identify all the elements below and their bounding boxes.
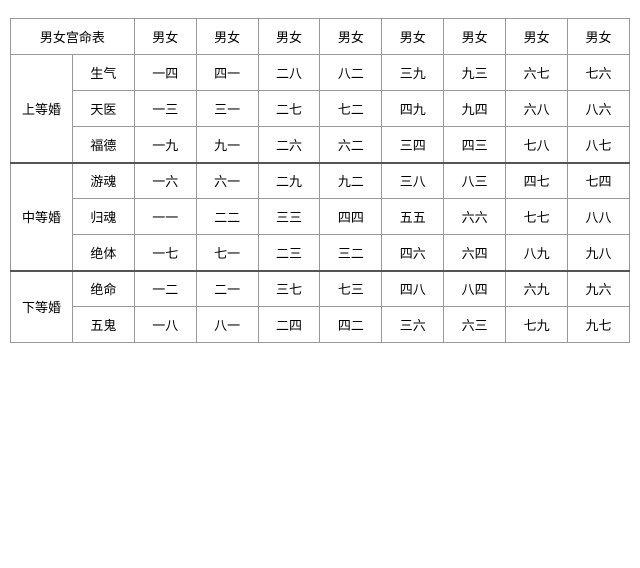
cell-2-0-0: 一二 — [134, 271, 196, 307]
sub-label-1-2: 绝体 — [72, 235, 134, 271]
cell-0-1-0: 一三 — [134, 91, 196, 127]
cell-1-2-5: 六四 — [444, 235, 506, 271]
cell-0-1-2: 二七 — [258, 91, 320, 127]
cell-2-1-0: 一八 — [134, 307, 196, 343]
cell-1-0-6: 四七 — [506, 163, 568, 199]
header-col-2: 男女 — [258, 19, 320, 55]
header-col-7: 男女 — [568, 19, 630, 55]
group-label-2: 下等婚 — [11, 271, 73, 343]
cell-1-1-1: 二二 — [196, 199, 258, 235]
cell-2-0-3: 七三 — [320, 271, 382, 307]
cell-1-0-1: 六一 — [196, 163, 258, 199]
cell-0-1-7: 八六 — [568, 91, 630, 127]
cell-1-0-0: 一六 — [134, 163, 196, 199]
cell-0-2-3: 六二 — [320, 127, 382, 163]
cell-2-1-2: 二四 — [258, 307, 320, 343]
cell-0-1-5: 九四 — [444, 91, 506, 127]
cell-2-1-1: 八一 — [196, 307, 258, 343]
cell-1-2-0: 一七 — [134, 235, 196, 271]
cell-0-2-2: 二六 — [258, 127, 320, 163]
cell-1-0-2: 二九 — [258, 163, 320, 199]
cell-0-0-4: 三九 — [382, 55, 444, 91]
cell-1-1-2: 三三 — [258, 199, 320, 235]
cell-0-0-0: 一四 — [134, 55, 196, 91]
sub-label-0-2: 福德 — [72, 127, 134, 163]
cell-0-1-1: 三一 — [196, 91, 258, 127]
sub-label-0-0: 生气 — [72, 55, 134, 91]
cell-1-1-5: 六六 — [444, 199, 506, 235]
cell-1-2-6: 八九 — [506, 235, 568, 271]
cell-1-2-2: 二三 — [258, 235, 320, 271]
cell-2-0-7: 九六 — [568, 271, 630, 307]
cell-1-0-7: 七四 — [568, 163, 630, 199]
cell-1-2-4: 四六 — [382, 235, 444, 271]
cell-0-2-7: 八七 — [568, 127, 630, 163]
cell-1-2-7: 九八 — [568, 235, 630, 271]
cell-0-0-7: 七六 — [568, 55, 630, 91]
cell-0-2-1: 九一 — [196, 127, 258, 163]
header-col-6: 男女 — [506, 19, 568, 55]
cell-1-1-3: 四四 — [320, 199, 382, 235]
cell-0-2-0: 一九 — [134, 127, 196, 163]
group-label-0: 上等婚 — [11, 55, 73, 163]
cell-1-1-4: 五五 — [382, 199, 444, 235]
cell-2-1-5: 六三 — [444, 307, 506, 343]
cell-0-0-5: 九三 — [444, 55, 506, 91]
cell-1-2-1: 七一 — [196, 235, 258, 271]
cell-0-1-3: 七二 — [320, 91, 382, 127]
cell-2-0-5: 八四 — [444, 271, 506, 307]
cell-0-2-6: 七八 — [506, 127, 568, 163]
header-col-5: 男女 — [444, 19, 506, 55]
cell-2-1-4: 三六 — [382, 307, 444, 343]
sub-label-0-1: 天医 — [72, 91, 134, 127]
cell-1-1-7: 八八 — [568, 199, 630, 235]
cell-2-0-6: 六九 — [506, 271, 568, 307]
sub-label-1-1: 归魂 — [72, 199, 134, 235]
sub-label-1-0: 游魂 — [72, 163, 134, 199]
cell-1-2-3: 三二 — [320, 235, 382, 271]
cell-1-0-4: 三八 — [382, 163, 444, 199]
group-label-1: 中等婚 — [11, 163, 73, 271]
cell-0-1-6: 六八 — [506, 91, 568, 127]
cell-2-0-2: 三七 — [258, 271, 320, 307]
header-col-0: 男女 — [134, 19, 196, 55]
sub-label-2-0: 绝命 — [72, 271, 134, 307]
cell-0-2-5: 四三 — [444, 127, 506, 163]
cell-2-1-6: 七九 — [506, 307, 568, 343]
main-table: 男女宫命表男女男女男女男女男女男女男女男女上等婚生气一四四一二八八二三九九三六七… — [10, 18, 630, 343]
header-col-4: 男女 — [382, 19, 444, 55]
cell-2-0-4: 四八 — [382, 271, 444, 307]
cell-2-1-3: 四二 — [320, 307, 382, 343]
cell-1-1-6: 七七 — [506, 199, 568, 235]
sub-label-2-1: 五鬼 — [72, 307, 134, 343]
cell-0-0-1: 四一 — [196, 55, 258, 91]
cell-0-0-2: 二八 — [258, 55, 320, 91]
cell-0-2-4: 三四 — [382, 127, 444, 163]
header-col0: 男女宫命表 — [11, 19, 135, 55]
cell-1-0-3: 九二 — [320, 163, 382, 199]
cell-2-0-1: 二一 — [196, 271, 258, 307]
header-col-3: 男女 — [320, 19, 382, 55]
cell-1-0-5: 八三 — [444, 163, 506, 199]
cell-0-0-3: 八二 — [320, 55, 382, 91]
header-col-1: 男女 — [196, 19, 258, 55]
cell-0-0-6: 六七 — [506, 55, 568, 91]
cell-2-1-7: 九七 — [568, 307, 630, 343]
cell-1-1-0: 一一 — [134, 199, 196, 235]
cell-0-1-4: 四九 — [382, 91, 444, 127]
